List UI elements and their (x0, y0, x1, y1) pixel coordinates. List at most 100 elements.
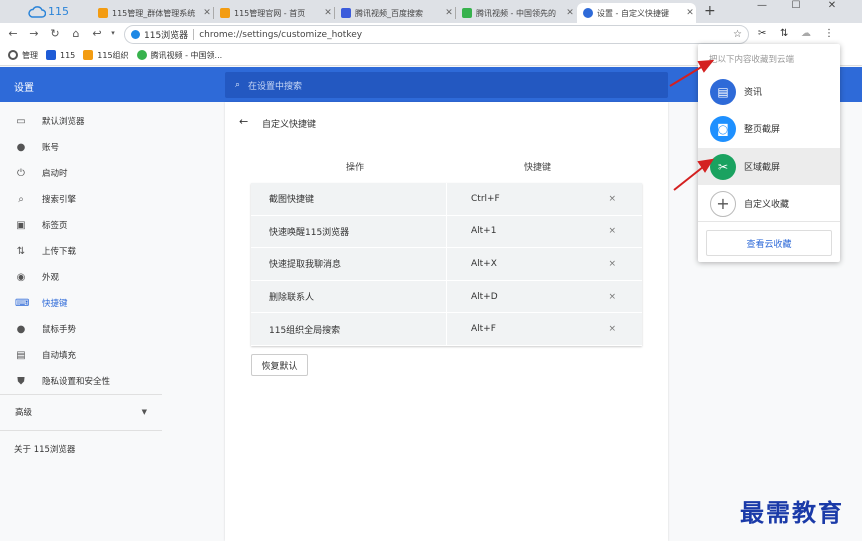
settings-search-input[interactable]: ⌕ 在设置中搜索 (225, 72, 668, 98)
org-icon (83, 50, 94, 60)
reset-default-button[interactable]: 恢复默认 (251, 354, 308, 376)
close-window-button[interactable]: ✕ (822, 0, 842, 14)
address-bar[interactable]: 115浏览器 chrome://settings/customize_hotke… (124, 25, 749, 44)
tab-close-icon[interactable]: ✕ (443, 8, 455, 18)
sidebar-item-search-engine[interactable]: ⌕ 搜索引擎 (15, 192, 76, 206)
tab-title: 腾讯视频 - 中国领先的 (476, 8, 556, 18)
sidebar-item-startup[interactable]: ⏻ 启动时 (15, 166, 68, 180)
hotkey-cell[interactable]: Alt+X (447, 259, 497, 269)
bookmark-item[interactable]: 115组织 (83, 50, 129, 61)
popup-header: 把以下内容收藏到云端 (709, 55, 795, 65)
sidebar-item-advanced[interactable]: 高级 ▼ (15, 405, 147, 419)
sidebar-item-label: 搜索引擎 (42, 195, 77, 205)
browser-logo[interactable]: 115 (28, 4, 69, 19)
bookmark-item[interactable]: 115 (46, 50, 75, 60)
hotkey-cell[interactable]: Alt+F (447, 324, 496, 334)
browser-icon: ▭ (16, 115, 26, 127)
crop-icon: ✂ (710, 153, 736, 180)
forward-arrow-icon[interactable]: → (27, 27, 41, 40)
bookmark-star-icon[interactable]: ☆ (733, 29, 742, 40)
tab-favicon-icon (220, 8, 230, 18)
tab-2[interactable]: 115管理官网 - 首页 ✕ (214, 3, 335, 23)
updown-icon: ⇅ (16, 245, 26, 257)
undo-close-icon[interactable]: ↩ (90, 27, 104, 40)
popup-item-news[interactable]: ▤ 资讯 (698, 73, 840, 110)
sidebar-item-label: 启动时 (42, 169, 68, 179)
sidebar-item-label: 账号 (42, 143, 60, 153)
keyboard-icon: ⌨ (15, 297, 30, 309)
undo-dropdown-icon[interactable]: ▾ (106, 29, 120, 37)
tab-close-icon[interactable]: ✕ (201, 8, 213, 18)
reload-icon[interactable]: ↻ (48, 27, 62, 40)
sidebar-item-hotkeys[interactable]: ⌨ 快捷键 (15, 296, 68, 310)
bookmark-label: 腾讯视频 - 中国领... (150, 50, 223, 60)
cloud-icon[interactable]: ☁ (801, 28, 811, 39)
new-tab-button[interactable]: + (704, 3, 716, 19)
tab-5-active[interactable]: 设置 - 自定义快捷键 ✕ (577, 3, 696, 23)
tab-close-icon[interactable]: ✕ (322, 8, 334, 18)
hotkey-cell[interactable]: Alt+D (447, 292, 498, 302)
sidebar-item-appearance[interactable]: ◉ 外观 (15, 270, 59, 284)
table-row: 115组织全局搜索 Alt+F × (251, 313, 642, 346)
bookmark-item[interactable]: 腾讯视频 - 中国领... (136, 50, 223, 61)
sidebar-item-account[interactable]: ● 账号 (15, 140, 59, 154)
remove-hotkey-icon[interactable]: × (608, 292, 616, 302)
tab-title: 设置 - 自定义快捷键 (597, 8, 669, 18)
clipboard-icon: ▤ (16, 349, 26, 361)
back-arrow-icon[interactable]: ← (239, 115, 248, 128)
popup-item-area-screenshot[interactable]: ✂ 区域截屏 (698, 148, 840, 185)
sidebar-item-label: 标签页 (42, 221, 68, 231)
gear-icon (583, 8, 593, 18)
scissors-icon[interactable]: ✂ (758, 28, 766, 39)
menu-icon[interactable]: ⋮ (824, 28, 834, 39)
updown-icon[interactable]: ⇅ (780, 28, 788, 39)
sidebar-item-about[interactable]: 关于 115浏览器 (14, 442, 75, 456)
tab-4[interactable]: 腾讯视频 - 中国领先的 ✕ (456, 3, 576, 23)
maximize-button[interactable]: ☐ (786, 0, 806, 14)
sidebar-divider (0, 394, 162, 395)
sidebar-item-label: 隐私设置和安全性 (42, 377, 111, 387)
tab-title: 115管理官网 - 首页 (234, 8, 306, 18)
bookmark-item[interactable]: 管理 (8, 50, 38, 61)
sidebar-item-upload-download[interactable]: ⇅ 上传下载 (15, 244, 76, 258)
home-icon[interactable]: ⌂ (69, 27, 83, 40)
remove-hotkey-icon[interactable]: × (608, 259, 616, 269)
sidebar-item-label: 外观 (42, 273, 60, 283)
minimize-button[interactable]: — (752, 0, 772, 14)
hotkey-cell[interactable]: Ctrl+F (447, 194, 500, 204)
popup-item-label: 整页截屏 (744, 125, 781, 135)
shield-icon: ⛊ (17, 375, 25, 387)
video-icon (136, 50, 147, 60)
remove-hotkey-icon[interactable]: × (608, 226, 616, 236)
sidebar-item-tabs[interactable]: ▣ 标签页 (15, 218, 68, 232)
site-name: 115浏览器 (144, 31, 189, 41)
sidebar-item-label: 关于 115浏览器 (14, 445, 76, 455)
tab-favicon-icon (462, 8, 472, 18)
sidebar-item-autofill[interactable]: ▤ 自动填充 (15, 348, 76, 362)
tabs-icon: ▣ (16, 219, 26, 231)
watermark-text: 最需教育 (740, 498, 844, 527)
url-text[interactable]: chrome://settings/customize_hotkey (199, 30, 362, 40)
remove-hotkey-icon[interactable]: × (608, 194, 616, 204)
view-cloud-collection-button[interactable]: 查看云收藏 (706, 230, 832, 256)
popup-item-custom-collect[interactable]: + 自定义收藏 (698, 185, 840, 222)
sidebar-item-mouse-gesture[interactable]: ● 鼠标手势 (15, 322, 76, 336)
action-cell: 删除联系人 (251, 280, 447, 313)
remove-hotkey-icon[interactable]: × (608, 324, 616, 334)
hotkey-table: 截图快捷键 Ctrl+F × 快速唤醒115浏览器 Alt+1 × 快速提取我聊消息 Al… (251, 183, 642, 346)
sidebar-item-privacy[interactable]: ⛊ 隐私设置和安全性 (15, 374, 110, 388)
popup-item-label: 自定义收藏 (744, 200, 790, 210)
toolbar: ← → ↻ ⌂ ↩ ▾ 115浏览器 chrome://settings/cus… (0, 23, 862, 45)
sidebar-item-default-browser[interactable]: ▭ 默认浏览器 (15, 114, 85, 128)
back-arrow-icon[interactable]: ← (6, 27, 20, 40)
bookmark-label: 115组织 (97, 50, 129, 60)
popup-item-full-screenshot[interactable]: ◙ 整页截屏 (698, 110, 840, 147)
sidebar-item-label: 默认浏览器 (42, 117, 85, 127)
tab-close-icon[interactable]: ✕ (564, 8, 576, 18)
gear-icon (8, 50, 18, 60)
hotkey-cell[interactable]: Alt+1 (447, 226, 496, 236)
tab-close-icon[interactable]: ✕ (684, 8, 696, 18)
tab-3[interactable]: 腾讯视频_百度搜索 ✕ (335, 3, 456, 23)
tab-1[interactable]: 115管理_群体管理系统 ✕ (92, 3, 214, 23)
site-icon (131, 30, 140, 39)
